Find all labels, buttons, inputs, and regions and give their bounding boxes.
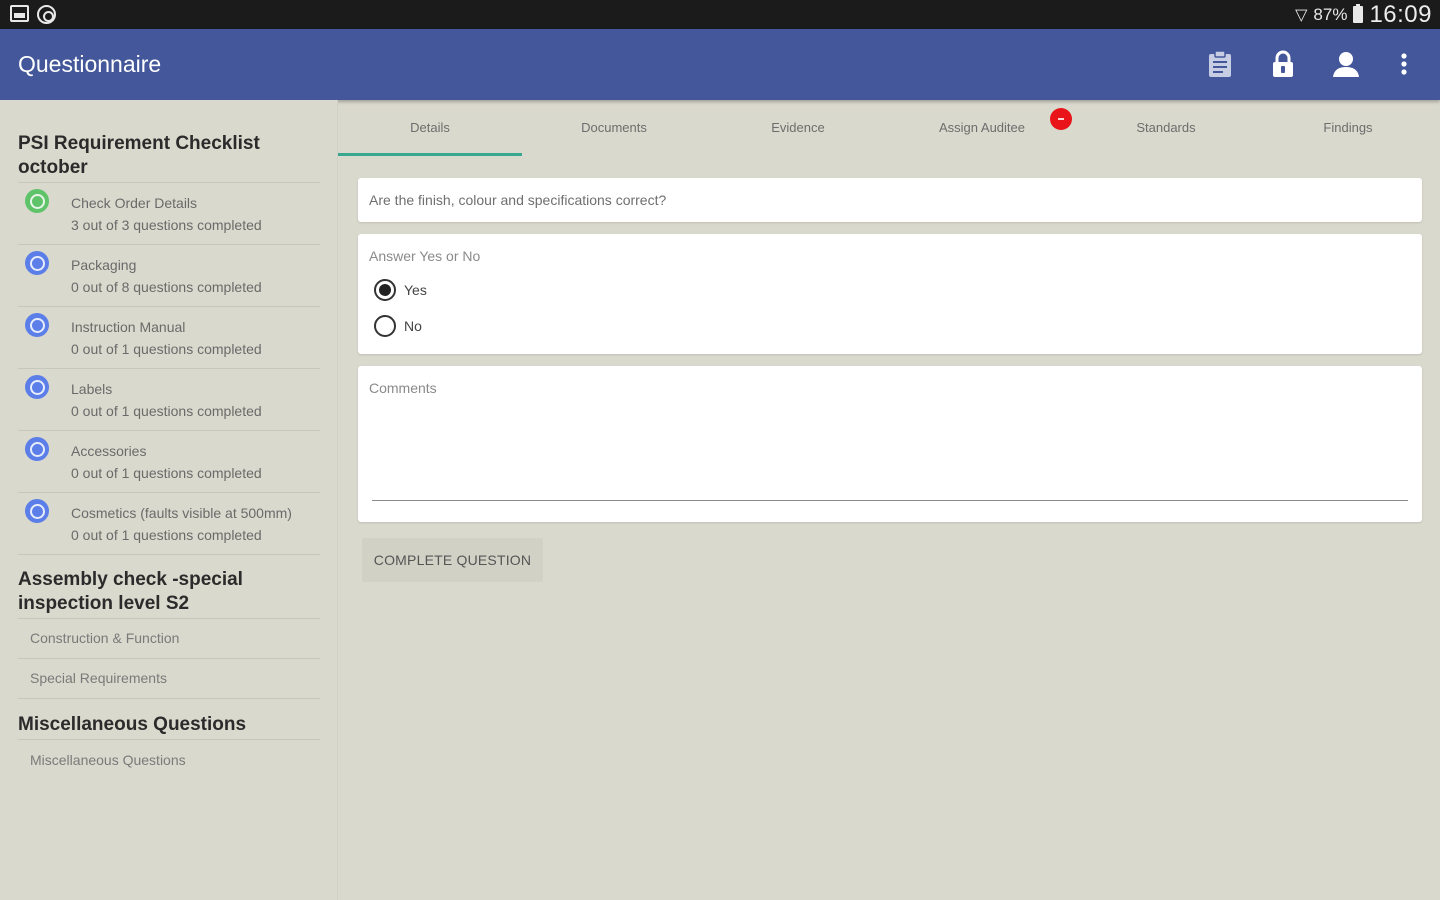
sync-notification-icon [37,5,56,24]
divider [18,554,320,555]
radio-label: Yes [404,282,427,298]
answer-label: Answer Yes or No [369,248,481,264]
tab-assign-auditee[interactable]: Assign Auditee [890,100,1074,156]
tab-evidence[interactable]: Evidence [706,100,890,156]
radio-button[interactable] [374,315,396,337]
sidebar-item-special-requirements[interactable]: Special Requirements [30,670,167,686]
status-incomplete-icon [25,437,49,461]
clipboard-icon[interactable] [1203,47,1237,81]
section-title: Miscellaneous Questions [18,714,247,735]
gallery-notification-icon [10,5,29,22]
comments-field[interactable]: Comments [358,366,1422,522]
radio-yes[interactable]: Yes [374,278,427,302]
checklist-item-name: Instruction Manual [71,319,186,335]
checklist-item-name: Check Order Details [71,195,198,211]
question-card: Are the finish, colour and specification… [358,178,1422,222]
radio-button[interactable] [374,279,396,301]
checklist-item[interactable]: Labels 0 out of 1 questions completed [18,369,320,431]
page-title: Questionnaire [18,51,162,77]
checklist-item[interactable]: Packaging 0 out of 8 questions completed [18,245,320,307]
checklist-item-progress: 0 out of 8 questions completed [71,279,262,295]
battery-percent: 87% [1313,4,1348,24]
answer-card: Answer Yes or No Yes No [358,234,1422,354]
divider [18,658,320,659]
tab-documents[interactable]: Documents [522,100,706,156]
divider [18,698,320,699]
battery-icon [1353,4,1364,23]
tab-findings[interactable]: Findings [1256,100,1440,156]
status-incomplete-icon [25,251,49,275]
more-vert-icon[interactable] [1387,47,1421,81]
checklist-item-name: Packaging [71,257,137,273]
alert-badge [1050,108,1072,130]
status-complete-icon [25,189,49,213]
comments-underline [372,500,1408,501]
checklist-item[interactable]: Instruction Manual 0 out of 1 questions … [18,307,320,369]
checklist-item-name: Cosmetics (faults visible at 500mm) [71,505,292,521]
sidebar-item-construction[interactable]: Construction & Function [30,630,179,646]
checklist-item-progress: 0 out of 1 questions completed [71,341,262,357]
checklist-item-progress: 3 out of 3 questions completed [71,217,262,233]
person-icon[interactable] [1329,47,1363,81]
checklist-item-name: Labels [71,381,113,397]
section-title: PSI Requirement Checklist october [18,133,260,178]
checklist-item[interactable]: Check Order Details 3 out of 3 questions… [18,183,320,245]
checklist-item-progress: 0 out of 1 questions completed [71,403,262,419]
checklist-item-name: Accessories [71,443,147,459]
status-incomplete-icon [25,375,49,399]
tab-standards[interactable]: Standards [1074,100,1258,156]
status-incomplete-icon [25,499,49,523]
wifi-icon: ▽ [1295,6,1308,24]
status-incomplete-icon [25,313,49,337]
checklist-item[interactable]: Cosmetics (faults visible at 500mm) 0 ou… [18,493,320,555]
tab-details[interactable]: Details [338,100,522,156]
checklist-item[interactable]: Accessories 0 out of 1 questions complet… [18,431,320,493]
complete-question-button[interactable]: COMPLETE QUESTION [362,538,543,582]
radio-no[interactable]: No [374,314,422,338]
question-text: Are the finish, colour and specification… [369,192,667,208]
checklist-item-progress: 0 out of 1 questions completed [71,465,262,481]
radio-label: No [404,318,422,334]
clock: 16:09 [1369,0,1432,28]
status-bar: ▽ 87% 16:09 [0,0,1440,29]
comments-placeholder: Comments [369,380,437,396]
divider [18,739,320,740]
app-bar: Questionnaire [0,29,1440,100]
tab-bar: Details Documents Evidence Assign Audite… [338,100,1440,156]
section-title: Assembly check -special inspection level… [18,569,243,614]
lock-icon[interactable] [1266,47,1300,81]
sidebar-item-miscellaneous[interactable]: Miscellaneous Questions [30,752,186,768]
divider [18,618,320,619]
checklist-item-progress: 0 out of 1 questions completed [71,527,262,543]
